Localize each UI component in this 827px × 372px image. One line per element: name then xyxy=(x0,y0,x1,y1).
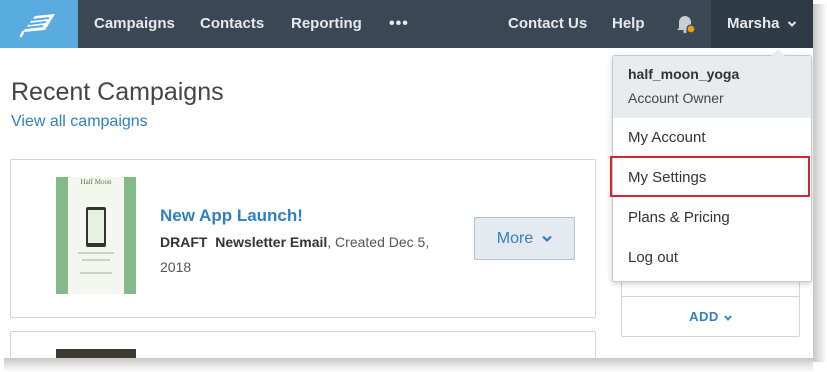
nav-contacts[interactable]: Contacts xyxy=(200,0,264,48)
menu-item-plans-pricing[interactable]: Plans & Pricing xyxy=(613,198,811,238)
more-actions-button[interactable]: More xyxy=(474,217,575,260)
nav-reporting[interactable]: Reporting xyxy=(291,0,362,48)
campaign-card: Half Moon New App Launch! DRAFT Newslett… xyxy=(10,159,596,318)
chevron-down-icon xyxy=(787,21,797,27)
campaign-meta: DRAFT Newsletter Email, Created Dec 5, 2… xyxy=(160,230,450,280)
notification-dot-icon xyxy=(686,24,696,34)
campaign-thumbnail[interactable] xyxy=(56,349,136,358)
user-name: Marsha xyxy=(727,15,780,32)
account-role: Account Owner xyxy=(628,90,724,106)
page-title: Recent Campaigns xyxy=(11,78,224,106)
campaign-card xyxy=(10,331,596,358)
account-username: half_moon_yoga xyxy=(628,66,740,82)
window-shadow xyxy=(4,358,813,372)
campaign-title-link[interactable]: New App Launch! xyxy=(160,206,303,226)
thumbnail-brand-text: Half Moon xyxy=(80,178,112,186)
more-button-label: More xyxy=(496,229,534,247)
nav-contact-us[interactable]: Contact Us xyxy=(508,0,587,48)
nav-help[interactable]: Help xyxy=(612,0,645,48)
notifications-bell[interactable] xyxy=(674,13,696,35)
user-dropdown-menu: half_moon_yoga Account Owner My Account … xyxy=(610,49,812,282)
menu-item-my-account[interactable]: My Account xyxy=(613,118,811,158)
nav-more-menu[interactable]: ••• xyxy=(389,0,409,48)
top-navbar: Campaigns Contacts Reporting ••• Contact… xyxy=(0,0,813,48)
campaign-thumbnail[interactable]: Half Moon xyxy=(56,177,136,294)
menu-item-log-out[interactable]: Log out xyxy=(613,238,811,278)
add-button[interactable]: ADD xyxy=(622,309,799,324)
add-label: ADD xyxy=(689,309,719,324)
phone-icon xyxy=(86,207,106,247)
chevron-down-icon xyxy=(542,235,552,242)
bell-icon xyxy=(677,16,696,34)
nav-campaigns[interactable]: Campaigns xyxy=(94,0,175,48)
app-window: Campaigns Contacts Reporting ••• Contact… xyxy=(0,0,813,358)
user-menu-toggle[interactable]: Marsha xyxy=(711,0,813,48)
window-shadow xyxy=(813,4,827,362)
highlight-box xyxy=(610,156,810,197)
flag-logo-icon xyxy=(19,14,55,38)
view-all-campaigns-link[interactable]: View all campaigns xyxy=(11,113,148,131)
campaign-type: Newsletter Email xyxy=(215,234,328,250)
brand-logo[interactable] xyxy=(0,0,78,48)
dropdown-caret xyxy=(771,49,785,56)
dropdown-account-header: half_moon_yoga Account Owner xyxy=(613,56,811,118)
chevron-down-icon xyxy=(724,314,732,321)
campaign-status: DRAFT xyxy=(160,234,208,250)
